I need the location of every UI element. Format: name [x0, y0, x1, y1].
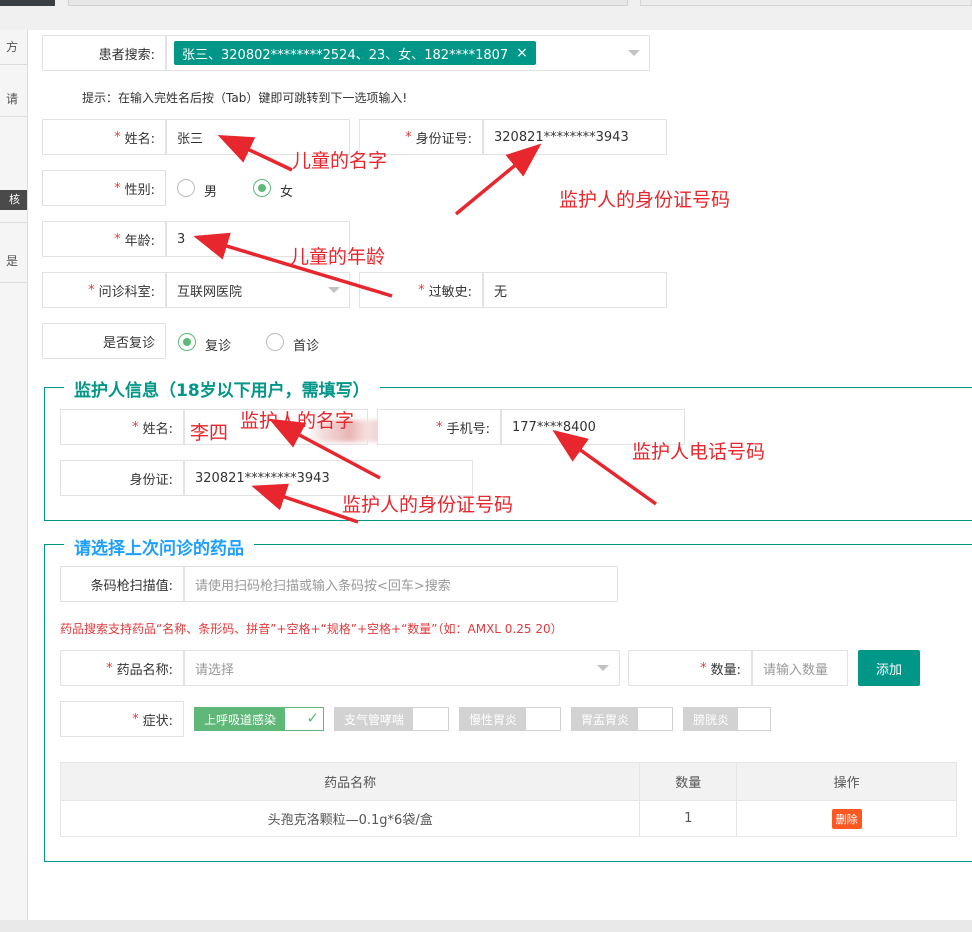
arrow-guardian-idcard-1 — [454, 143, 542, 216]
annotation-guardian-idcard-2: 监护人的身份证号码 — [342, 494, 514, 516]
arrow-child-name — [217, 135, 293, 172]
annotation-arrows — [193, 135, 658, 524]
annotation-guardian-idcard-1: 监护人的身份证号码 — [559, 189, 731, 211]
annotation-child-name: 儿童的名字 — [292, 150, 388, 172]
annotation-child-age: 儿童的年龄 — [290, 246, 386, 268]
annotation-guardian-name: 监护人的名字 — [240, 410, 355, 432]
annotation-guardian-phone: 监护人电话号码 — [632, 441, 766, 463]
